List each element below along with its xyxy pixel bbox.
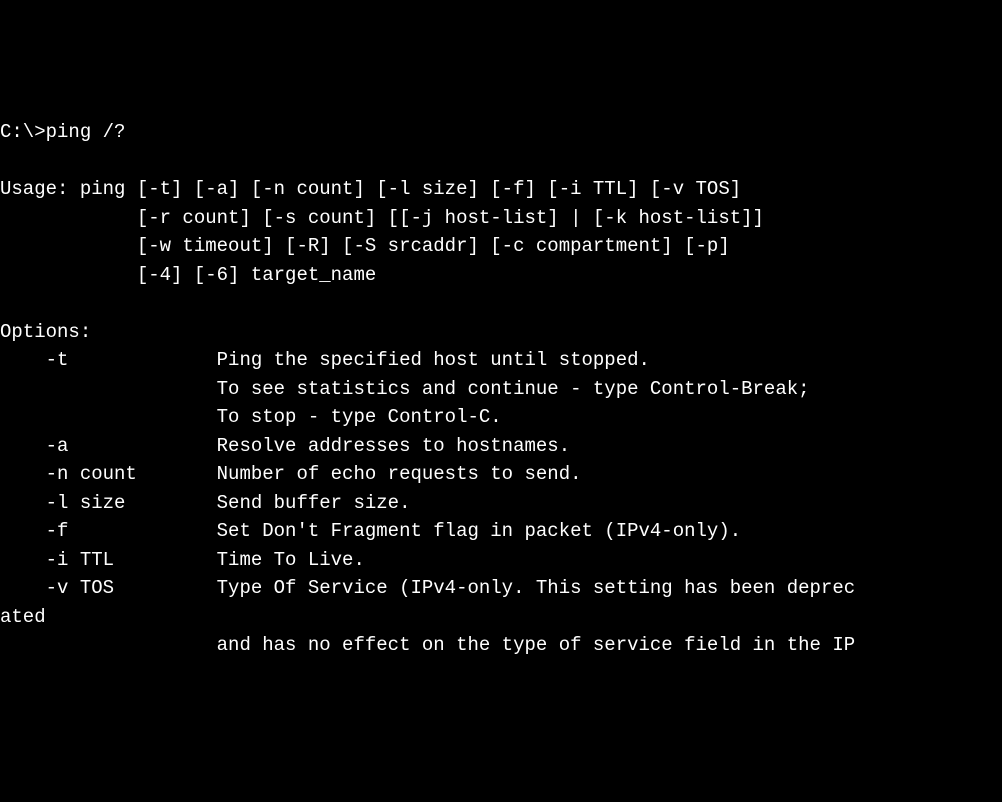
option-a-line: -a Resolve addresses to hostnames. [0,435,570,457]
option-i-line: -i TTL Time To Live. [0,549,365,571]
option-t-line-2: To see statistics and continue - type Co… [0,378,810,400]
option-l-line: -l size Send buffer size. [0,492,410,514]
terminal-output[interactable]: C:\>ping /? Usage: ping [-t] [-a] [-n co… [0,118,1002,660]
usage-line-4: [-4] [-6] target_name [0,264,376,286]
option-v-line-1: -v TOS Type Of Service (IPv4-only. This … [0,577,855,599]
option-v-line-3: and has no effect on the type of service… [0,634,855,656]
usage-line-2: [-r count] [-s count] [[-j host-list] | … [0,207,764,229]
options-header: Options: [0,321,91,343]
command-prompt-line: C:\>ping /? [0,121,125,143]
usage-line-1: Usage: ping [-t] [-a] [-n count] [-l siz… [0,178,741,200]
option-v-line-2: ated [0,606,46,628]
usage-line-3: [-w timeout] [-R] [-S srcaddr] [-c compa… [0,235,730,257]
option-t-line-1: -t Ping the specified host until stopped… [0,349,650,371]
option-f-line: -f Set Don't Fragment flag in packet (IP… [0,520,741,542]
option-n-line: -n count Number of echo requests to send… [0,463,582,485]
option-t-line-3: To stop - type Control-C. [0,406,502,428]
